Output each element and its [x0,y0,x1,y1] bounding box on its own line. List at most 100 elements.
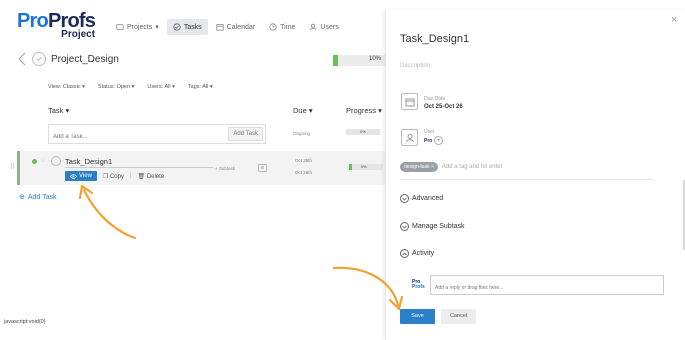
user-glyph [405,133,414,142]
filter-users[interactable]: Users: All ▾ [147,84,175,90]
section-advanced-label: Advanced [412,195,444,202]
project-progress-label: 10% [368,56,381,62]
nav-calendar[interactable]: Calendar [210,19,261,35]
project-header: Project_Design [17,52,119,66]
nav-tasks-label: Tasks [183,23,202,31]
eye-icon [70,173,77,179]
task-complete-checkbox[interactable] [51,156,61,166]
page: ProProfs Project Projects ▾ Tasks Calend… [0,0,685,340]
divider [400,179,652,180]
user-label: User [424,129,435,135]
subtask-icon[interactable]: ⊟ [258,164,267,172]
status-dot-icon [32,159,37,164]
due-date-value[interactable]: Oct 25-Oct 26 [424,104,463,110]
tasks-icon [173,23,181,31]
clock-icon [269,23,277,31]
tag-row: design-task × Add a tag and hit enter [400,162,503,172]
filter-bar: View: Classic ▾ Status: Open ▾ Users: Al… [48,84,213,90]
avatar[interactable]: Pro [424,138,432,144]
add-task-link[interactable]: ⊕ Add Task [19,193,57,202]
task-name[interactable]: Task_Design1 [65,157,112,166]
task-name-divider [65,167,213,168]
add-task-box: Add Task [48,124,266,146]
chevron-down-icon [400,222,409,231]
user-icon[interactable] [401,129,418,146]
star-icon[interactable]: ☆ [40,156,46,164]
filter-status-label: Status: [97,84,116,90]
add-task-button[interactable]: Add Task [228,127,263,141]
task-progress-label: 0% [361,164,367,169]
filter-users-label: Users: [147,84,164,90]
column-header-due[interactable]: Due ▾ [293,106,313,115]
copy-icon: ❐ [102,173,109,180]
add-task-progress: 0% [346,129,380,135]
filter-tags[interactable]: Tags: All ▾ [188,84,213,90]
filter-tags-value: All [202,84,209,90]
chevron-down-icon: ▾ [155,24,159,31]
task-due-end: Oct 26th [295,170,313,175]
nav-users-label: Users [320,23,339,31]
close-icon[interactable]: × [671,14,677,26]
table-row[interactable]: ⠿ ☆ Task_Design1 + Subtask ⊟ Oct 25th Oc… [10,151,385,185]
section-manage-subtask[interactable]: Manage Subtask [400,222,465,231]
copy-button-label: Copy [109,173,124,180]
chevron-down-icon [400,194,409,203]
nav-time[interactable]: Time [263,19,301,35]
drag-handle-icon[interactable]: ⠿ [10,163,15,171]
tag-chip[interactable]: design-task × [400,162,438,172]
copy-button[interactable]: ❐ Copy [103,173,124,180]
logo-pro: Pro [17,10,49,32]
assigned-users: Pro + [424,136,444,145]
top-nav: Projects ▾ Tasks Calendar Time Users [110,17,347,37]
calendar-icon [216,24,224,31]
add-subtask-link[interactable]: + Subtask [215,166,235,171]
nav-tasks[interactable]: Tasks [166,19,208,35]
project-title: Project_Design [51,53,119,65]
column-header-progress[interactable]: Progress ▾ [346,106,382,115]
add-user-button[interactable]: + [434,136,444,145]
section-advanced[interactable]: Advanced [400,194,443,203]
save-button[interactable]: Save [400,309,435,324]
nav-projects[interactable]: Projects ▾ [110,19,165,35]
section-activity-label: Activity [412,250,435,257]
trash-icon: 🗑 [137,173,146,180]
section-activity[interactable]: Activity [400,249,434,258]
nav-time-label: Time [280,23,296,31]
avatar: Pro Profs [412,279,425,290]
task-list-app: ProProfs Project Projects ▾ Tasks Calend… [0,0,385,340]
view-button[interactable]: View [65,171,97,181]
add-task-due: Ongoing [293,131,311,136]
filter-view-value: Classic [62,84,81,90]
back-icon[interactable] [17,52,27,66]
delete-button[interactable]: 🗑 Delete [138,173,165,180]
filter-view-label: View: [48,84,62,90]
filter-status-value: Open [116,84,131,90]
description-field[interactable]: Description [400,63,430,69]
column-header-task[interactable]: Task ▾ [48,106,69,115]
reply-input[interactable] [431,279,663,297]
filter-view[interactable]: View: Classic ▾ [48,84,85,90]
cancel-button[interactable]: Cancel [441,309,476,324]
reply-box [430,275,664,297]
chevron-up-icon [400,249,409,258]
section-manage-subtask-label: Manage Subtask [412,223,465,230]
nav-projects-label: Projects [127,23,153,31]
nav-users[interactable]: Users [303,19,344,35]
project-complete-checkbox[interactable] [32,52,46,66]
proprofs-logo[interactable]: ProProfs Project [17,10,96,40]
filter-tags-label: Tags: [187,84,202,90]
calendar-glyph [405,98,414,106]
tag-input[interactable]: Add a tag and hit enter [442,164,503,170]
action-separator: | [129,173,132,179]
filter-status[interactable]: Status: Open ▾ [98,84,134,90]
calendar-icon[interactable] [401,93,418,110]
panel-task-title[interactable]: Task_Design1 [400,33,469,45]
task-progress-fill [349,164,352,170]
add-task-input[interactable] [49,128,219,146]
projects-icon [116,24,124,30]
browser-status-text: javascript:void(0) [4,319,46,325]
task-actions: View ❐ Copy | 🗑 Delete [65,171,164,181]
view-button-label: View [79,173,92,179]
due-date-label: Due Date [424,96,446,102]
task-progress-bar: 0% [349,164,383,170]
